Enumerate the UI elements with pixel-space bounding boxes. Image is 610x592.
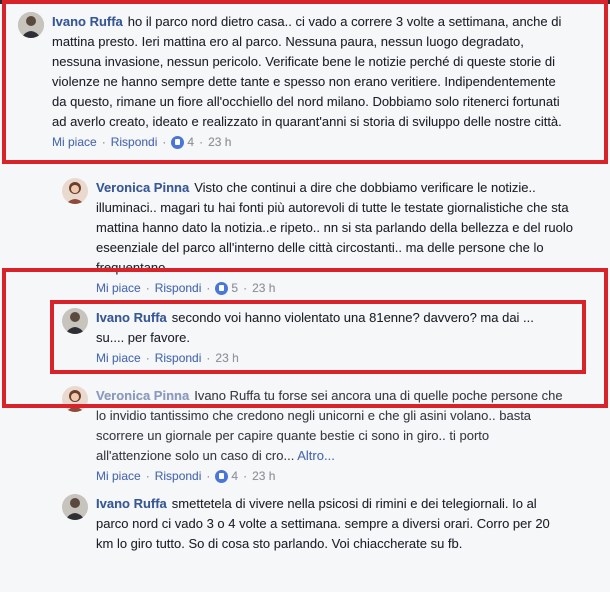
avatar-icon (62, 178, 88, 204)
comment-actions: Mi piace · Rispondi · 23 h (96, 350, 556, 366)
thumbs-up-icon (215, 281, 229, 295)
reply-button[interactable]: Rispondi (155, 468, 202, 484)
separator: · (243, 469, 248, 483)
like-button[interactable]: Mi piace (52, 134, 97, 150)
like-button[interactable]: Mi piace (96, 280, 141, 296)
reply-3: Veronica Pinna Ivano Ruffa tu forse sei a… (62, 386, 582, 484)
avatar[interactable] (18, 12, 44, 38)
avatar[interactable] (62, 178, 88, 204)
separator: · (206, 281, 211, 295)
avatar-icon (62, 494, 88, 520)
like-count: 5 (231, 281, 239, 295)
thumbs-up-icon (215, 469, 229, 483)
reply-4: Ivano Ruffa smettetela di vivere nella ps… (62, 494, 582, 554)
author-name[interactable]: Veronica Pinna (96, 180, 189, 195)
like-count-badge[interactable]: 5 (215, 280, 238, 296)
comment-text: Ivano Ruffa secondo voi hanno violentato … (96, 308, 556, 348)
separator: · (145, 469, 150, 483)
reply-button[interactable]: Rispondi (155, 350, 202, 366)
avatar-icon (62, 386, 88, 412)
separator: · (145, 281, 150, 295)
separator: · (145, 351, 150, 365)
reply-1: Veronica Pinna Visto che continui a dire … (62, 178, 592, 296)
like-count-badge[interactable]: 4 (171, 134, 194, 150)
see-more-link[interactable]: Altro... (297, 448, 335, 463)
separator: · (243, 281, 248, 295)
comment-actions: Mi piace · Rispondi · 4 · 23 h (52, 134, 572, 150)
comment-actions: Mi piace · Rispondi · 4 · 23 h (96, 468, 566, 484)
avatar[interactable] (62, 386, 88, 412)
comment-text: Ivano Ruffa smettetela di vivere nella ps… (96, 494, 566, 554)
comment-1: Ivano Ruffa ho il parco nord dietro casa.… (18, 12, 588, 150)
reply-2: Ivano Ruffa secondo voi hanno violentato … (62, 308, 562, 366)
separator: · (101, 135, 106, 149)
comment-text: Veronica Pinna Visto che continui a dire … (96, 178, 576, 278)
separator: · (206, 351, 211, 365)
like-button[interactable]: Mi piace (96, 468, 141, 484)
timestamp[interactable]: 23 h (215, 350, 238, 366)
comment-text: Ivano Ruffa ho il parco nord dietro casa.… (52, 12, 572, 132)
separator: · (199, 135, 204, 149)
comment-actions: Mi piace · Rispondi · 5 · 23 h (96, 280, 576, 296)
separator: · (162, 135, 167, 149)
author-name[interactable]: Ivano Ruffa (96, 496, 167, 511)
avatar-icon (18, 12, 44, 38)
author-name[interactable]: Ivano Ruffa (96, 310, 167, 325)
like-button[interactable]: Mi piace (96, 350, 141, 366)
author-name[interactable]: Veronica Pinna (96, 388, 189, 403)
like-count: 4 (231, 469, 239, 483)
like-count-badge[interactable]: 4 (215, 468, 238, 484)
reply-button[interactable]: Rispondi (155, 280, 202, 296)
timestamp[interactable]: 23 h (252, 468, 275, 484)
timestamp[interactable]: 23 h (208, 134, 231, 150)
avatar[interactable] (62, 308, 88, 334)
like-count: 4 (187, 135, 195, 149)
thumbs-up-icon (171, 135, 185, 149)
comment-body: ho il parco nord dietro casa.. ci vado a… (52, 14, 562, 129)
avatar[interactable] (62, 494, 88, 520)
avatar-icon (62, 308, 88, 334)
timestamp[interactable]: 23 h (252, 280, 275, 296)
top-edge (0, 0, 610, 4)
author-name[interactable]: Ivano Ruffa (52, 14, 123, 29)
reply-button[interactable]: Rispondi (111, 134, 158, 150)
separator: · (206, 469, 211, 483)
comment-text: Veronica Pinna Ivano Ruffa tu forse sei a… (96, 386, 566, 466)
